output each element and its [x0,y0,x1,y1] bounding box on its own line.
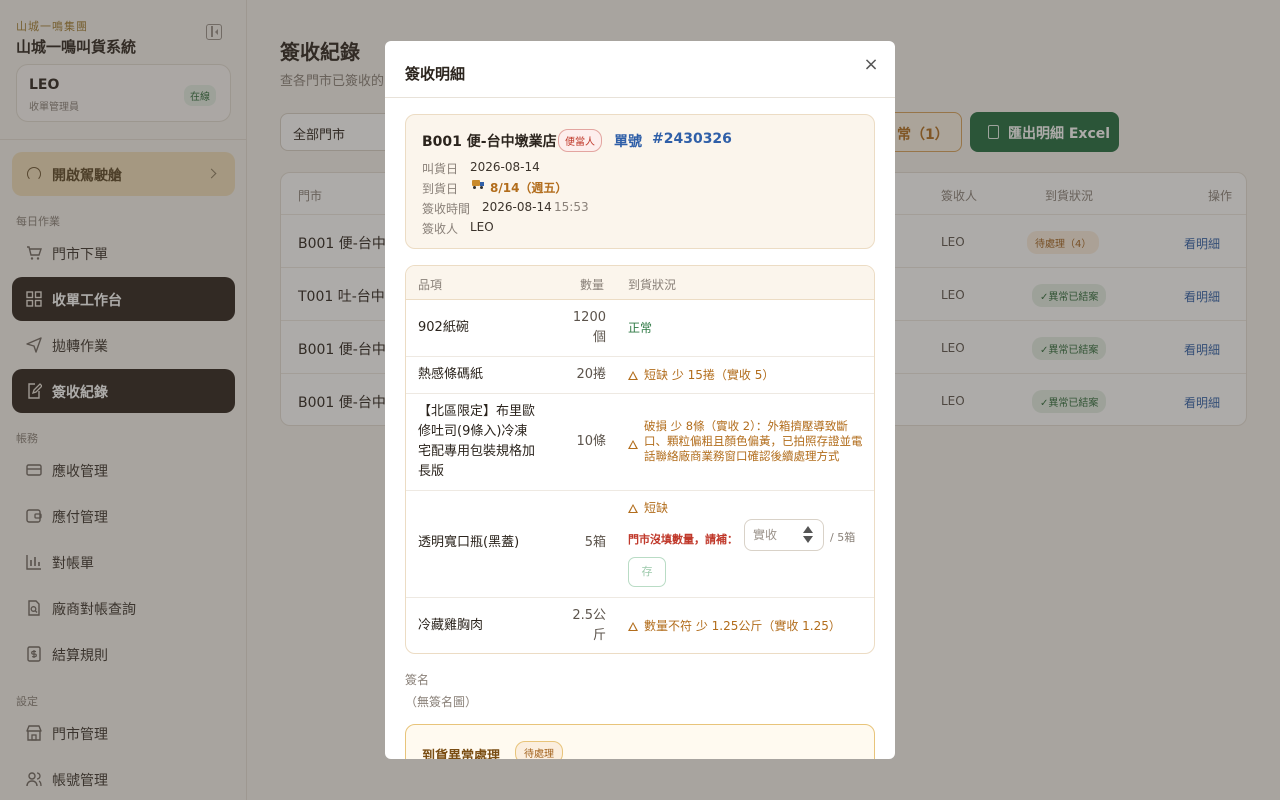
item-qty: 1200個 [572,310,606,345]
item-name: 透明寬口瓶(黑蓋) [418,535,520,550]
item-status: 短缺 [628,501,668,516]
signer-value: LEO [470,220,494,234]
item-qty: 2.5公斤 [572,608,606,643]
item-name: 冷藏雞胸肉 [418,618,484,633]
item-qty: 10條 [576,434,606,449]
item-name: 【北區限定】布里歐修吐司(9條入)冷凍宅配專用包裝規格加長版 [418,404,536,479]
item-row: 熱感條碼紙 20捲 短缺 少 15捲（實收 5） [406,357,874,394]
item-name: 熱感條碼紙 [418,367,484,382]
order-info-card: B001 便-台中墩業店 便當人 單號 #2430326 叫貨日 2026-08… [405,114,875,249]
item-qty: 5箱 [584,535,606,550]
items-table: 品項 數量 到貨狀況 902紙碗 1200個 正常 熱感條碼紙 20捲 短缺 少… [405,265,875,654]
signature-label: 簽名 [405,673,430,687]
item-row: 冷藏雞胸肉 2.5公斤 數量不符 少 1.25公斤（實收 1.25） [406,598,874,653]
save-button[interactable]: 存 [628,557,666,587]
exception-card: 到貨異常處理 待處理 [405,724,875,759]
item-row: 透明寬口瓶(黑蓋) 5箱 短缺 門市沒填數量，請補： / 5箱 存 [406,491,874,598]
signature-empty: （無簽名圖） [405,695,478,709]
order-date-value: 2026-08-14 [470,160,540,174]
col-arrival-status: 到貨狀況 [628,278,677,292]
signed-time-value: 15:53 [554,200,589,214]
qty-unit-suffix: / 5箱 [830,531,856,544]
received-qty-input[interactable] [744,519,824,551]
col-qty: 數量 [580,278,605,292]
receipt-detail-modal: 簽收明細 × B001 便-台中墩業店 便當人 單號 #2430326 叫貨日 … [385,41,895,759]
store-tag-badge: 便當人 [558,129,602,152]
fill-quantity-prompt: 門市沒填數量，請補： [628,533,738,546]
item-row: 【北區限定】布里歐修吐司(9條入)冷凍宅配專用包裝規格加長版 10條 破損 少 … [406,394,874,491]
item-status: 破損 少 8條（實收 2）：外箱擠壓導致斷口、顆粒偏粗且顏色偏黃，已拍照存證並電… [644,419,863,463]
store-name: B001 便-台中墩業店 [422,134,557,150]
order-number: #2430326 [652,131,732,147]
warning-icon [628,437,644,452]
signer-label: 簽收人 [422,222,459,236]
arrival-date-value: 8/14（週五） [490,181,568,195]
item-name: 902紙碗 [418,320,469,335]
item-status: 正常 [628,321,653,335]
col-item: 品項 [418,278,443,292]
signed-date-value: 2026-08-14 [482,200,552,214]
order-label: 單號 [614,134,642,150]
warning-icon [628,622,638,631]
exception-title: 到貨異常處理 [422,749,501,759]
signed-time-label: 簽收時間 [422,202,471,216]
warning-icon [628,371,638,380]
truck-icon [472,180,485,189]
item-status: 短缺 少 15捲（實收 5） [628,368,774,383]
item-row: 902紙碗 1200個 正常 [406,300,874,357]
order-date-label: 叫貨日 [422,162,459,176]
warning-icon [628,504,638,513]
close-icon[interactable]: × [861,55,881,75]
item-qty: 20捲 [576,367,606,382]
modal-divider [385,97,895,98]
items-header: 品項 數量 到貨狀況 [406,266,874,300]
modal-title: 簽收明細 [405,65,466,83]
arrival-date-label: 到貨日 [422,182,459,196]
item-status: 數量不符 少 1.25公斤（實收 1.25） [628,619,841,634]
exception-status-badge: 待處理 [515,741,563,759]
